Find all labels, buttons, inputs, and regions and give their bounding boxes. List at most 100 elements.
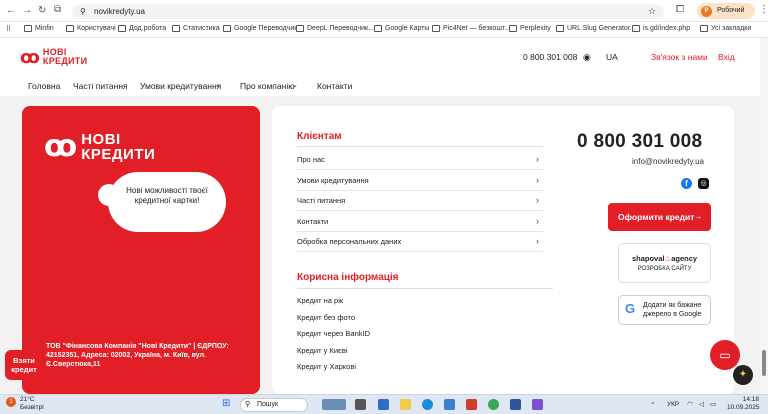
clients-title: Клієнтам	[297, 131, 342, 142]
bookmark-star-icon[interactable]: ☆	[648, 6, 656, 17]
word-icon[interactable]	[510, 399, 521, 410]
language-indicator[interactable]: УКР	[667, 401, 679, 408]
bookmark-isgd[interactable]: is.gd/index.php	[632, 25, 690, 32]
site-logo[interactable]: ꝏ НОВІ КРЕДИТИ	[20, 47, 87, 67]
windows-taskbar: 1 21°C Безвітрі ⊞ ⚲ Пошук ⌃ УКР ◠ ◁ ▭ 14…	[0, 394, 768, 414]
sparkle-icon[interactable]: ✦	[733, 365, 753, 385]
news-icon[interactable]	[322, 399, 346, 410]
bookmark-pic4net[interactable]: Pic4Net — безкошт...	[432, 25, 510, 32]
take-credit-button[interactable]: Взяти кредит	[5, 350, 43, 380]
address-bar[interactable]: ⚲ novikredyty.ua ☆	[72, 4, 664, 19]
bookmark-google-translate[interactable]: Google Переводчик	[223, 25, 297, 32]
bookmarks-bar: ⠿ Minfin Користувачі Дод.робота Статисти…	[0, 22, 768, 38]
promo-logo: ꝏ НОВІ КРЕДИТИ	[44, 130, 156, 163]
nav-home[interactable]: Головна	[28, 81, 60, 91]
logo-mark-icon: ꝏ	[20, 47, 40, 67]
clients-item-personal-data[interactable]: Обробка персональних даних ›	[297, 232, 543, 252]
google-icon: G	[625, 301, 636, 316]
bookmark-perplexity[interactable]: Perplexity	[509, 25, 551, 32]
chat-app-icon[interactable]	[378, 399, 389, 410]
useful-item[interactable]: Кредит у Києві	[297, 346, 348, 355]
volume-icon[interactable]: ◁	[699, 400, 704, 408]
clients-item-about[interactable]: Про нас ›	[297, 150, 543, 170]
weather-icon[interactable]: 1	[6, 397, 16, 407]
nav-contacts[interactable]: Контакти	[317, 81, 352, 91]
profile-name: Робочий	[717, 7, 745, 14]
extensions-icon[interactable]: ⧠	[676, 4, 684, 15]
nav-faq[interactable]: Часті питання	[73, 81, 128, 91]
profile-button[interactable]: P Робочий	[697, 3, 755, 19]
language-switch[interactable]: UA	[606, 52, 618, 62]
chevron-right-icon: ›	[536, 195, 539, 205]
contact-us-link[interactable]: Зв'язок з нами	[651, 52, 708, 62]
bookmark-all[interactable]: Усі закладки	[700, 25, 751, 32]
header-phone[interactable]: 0 800 301 008	[523, 52, 577, 62]
chevron-down-icon: ⌄	[292, 82, 298, 89]
main-nav: Головна Часті питання Умови кредитування…	[0, 76, 760, 96]
clients-item-faq[interactable]: Часті питання ›	[297, 191, 543, 211]
useful-item[interactable]: Кредит без фото	[297, 313, 355, 322]
app-icon[interactable]	[532, 399, 543, 410]
facebook-icon[interactable]: f	[681, 178, 692, 189]
clock-date[interactable]: 10.09.2025	[727, 404, 760, 411]
tab-search-icon[interactable]: ⧉	[54, 4, 61, 15]
edge-icon[interactable]	[422, 399, 433, 410]
chevron-right-icon: ›	[536, 236, 539, 246]
avatar: P	[701, 6, 712, 17]
instagram-icon[interactable]: ◎	[698, 178, 709, 189]
login-link[interactable]: Вхід	[718, 52, 735, 62]
promo-card: ꝏ НОВІ КРЕДИТИ Нові можливості твоєї кред…	[22, 106, 260, 394]
bookmark-google-maps[interactable]: Google Карты	[374, 25, 429, 32]
taskbar-search[interactable]: ⚲ Пошук	[240, 398, 308, 412]
weather-desc: Безвітрі	[20, 404, 44, 411]
chat-icon[interactable]: ▭	[710, 340, 740, 370]
bookmark-extra-work[interactable]: Дод.робота	[118, 25, 166, 32]
file-explorer-icon[interactable]	[400, 399, 411, 410]
useful-item[interactable]: Кредит через BankID	[297, 329, 370, 338]
bookmark-stats[interactable]: Статистика	[172, 25, 220, 32]
useful-item[interactable]: Кредит у Харкові	[297, 362, 356, 371]
chevron-right-icon: ›	[536, 216, 539, 226]
divider	[297, 146, 543, 147]
clients-item-terms[interactable]: Умови кредитування ›	[297, 171, 543, 191]
nav-about[interactable]: Про компанію	[240, 81, 295, 91]
app-icon[interactable]	[466, 399, 477, 410]
menu-icon[interactable]: ⋮	[759, 4, 768, 15]
useful-item[interactable]: Кредит на рік	[297, 296, 343, 305]
store-icon[interactable]	[444, 399, 455, 410]
chevron-down-icon: ⌄	[215, 82, 221, 89]
back-icon[interactable]: ←	[6, 5, 16, 16]
useful-title: Корисна інформація	[297, 272, 399, 283]
promo-cloud: Нові можливості твоєї кредитної картки!	[98, 172, 226, 232]
eye-icon[interactable]: ◉	[583, 52, 591, 63]
scrollbar[interactable]	[760, 38, 768, 394]
task-view-icon[interactable]	[355, 399, 366, 410]
weather-temp: 21°C	[20, 396, 35, 403]
bookmark-url-slug[interactable]: URL Slug Generator...	[556, 25, 636, 32]
contact-email[interactable]: info@novikredyty.ua	[632, 157, 704, 166]
address-bar-url: novikredyty.ua	[94, 7, 145, 16]
nav-credit-terms[interactable]: Умови кредитування	[140, 81, 221, 91]
bookmark-users[interactable]: Користувачі	[66, 25, 116, 32]
chrome-icon[interactable]	[488, 399, 499, 410]
windows-start-icon[interactable]: ⊞	[222, 398, 230, 409]
site-info-icon[interactable]: ⚲	[80, 7, 86, 16]
reload-icon[interactable]: ↻	[38, 5, 46, 16]
contact-phone[interactable]: 0 800 301 008	[577, 131, 702, 153]
apply-credit-button[interactable]: Оформити кредит →	[608, 203, 711, 231]
clients-item-contacts[interactable]: Контакти ›	[297, 212, 543, 232]
company-address: ТОВ "Фінансова Компанія "Нові Кредити" |…	[46, 343, 229, 368]
bookmark-minfin[interactable]: Minfin	[24, 25, 54, 32]
tray-chevron-icon[interactable]: ⌃	[650, 401, 655, 409]
logo-mark-icon: ꝏ	[44, 130, 78, 163]
apps-icon[interactable]: ⠿	[6, 25, 11, 33]
browser-toolbar: ← → ↻ ⧉ ⚲ novikredyty.ua ☆ ⧠ P Робочий ⋮	[0, 0, 768, 22]
forward-icon[interactable]: →	[22, 5, 32, 16]
google-preferred-source-badge[interactable]: G Додати як бажане джерело в Google	[618, 295, 711, 325]
wifi-icon[interactable]: ◠	[687, 400, 693, 408]
shapoval-agency-badge[interactable]: shapoval♨agency РОЗРОБКА САЙТУ	[618, 243, 711, 283]
bookmark-deepl[interactable]: DeepL Переводчик...	[296, 25, 374, 32]
chevron-right-icon: ›	[536, 154, 539, 164]
battery-icon[interactable]: ▭	[710, 400, 716, 408]
clock-time[interactable]: 14:18	[727, 396, 759, 403]
